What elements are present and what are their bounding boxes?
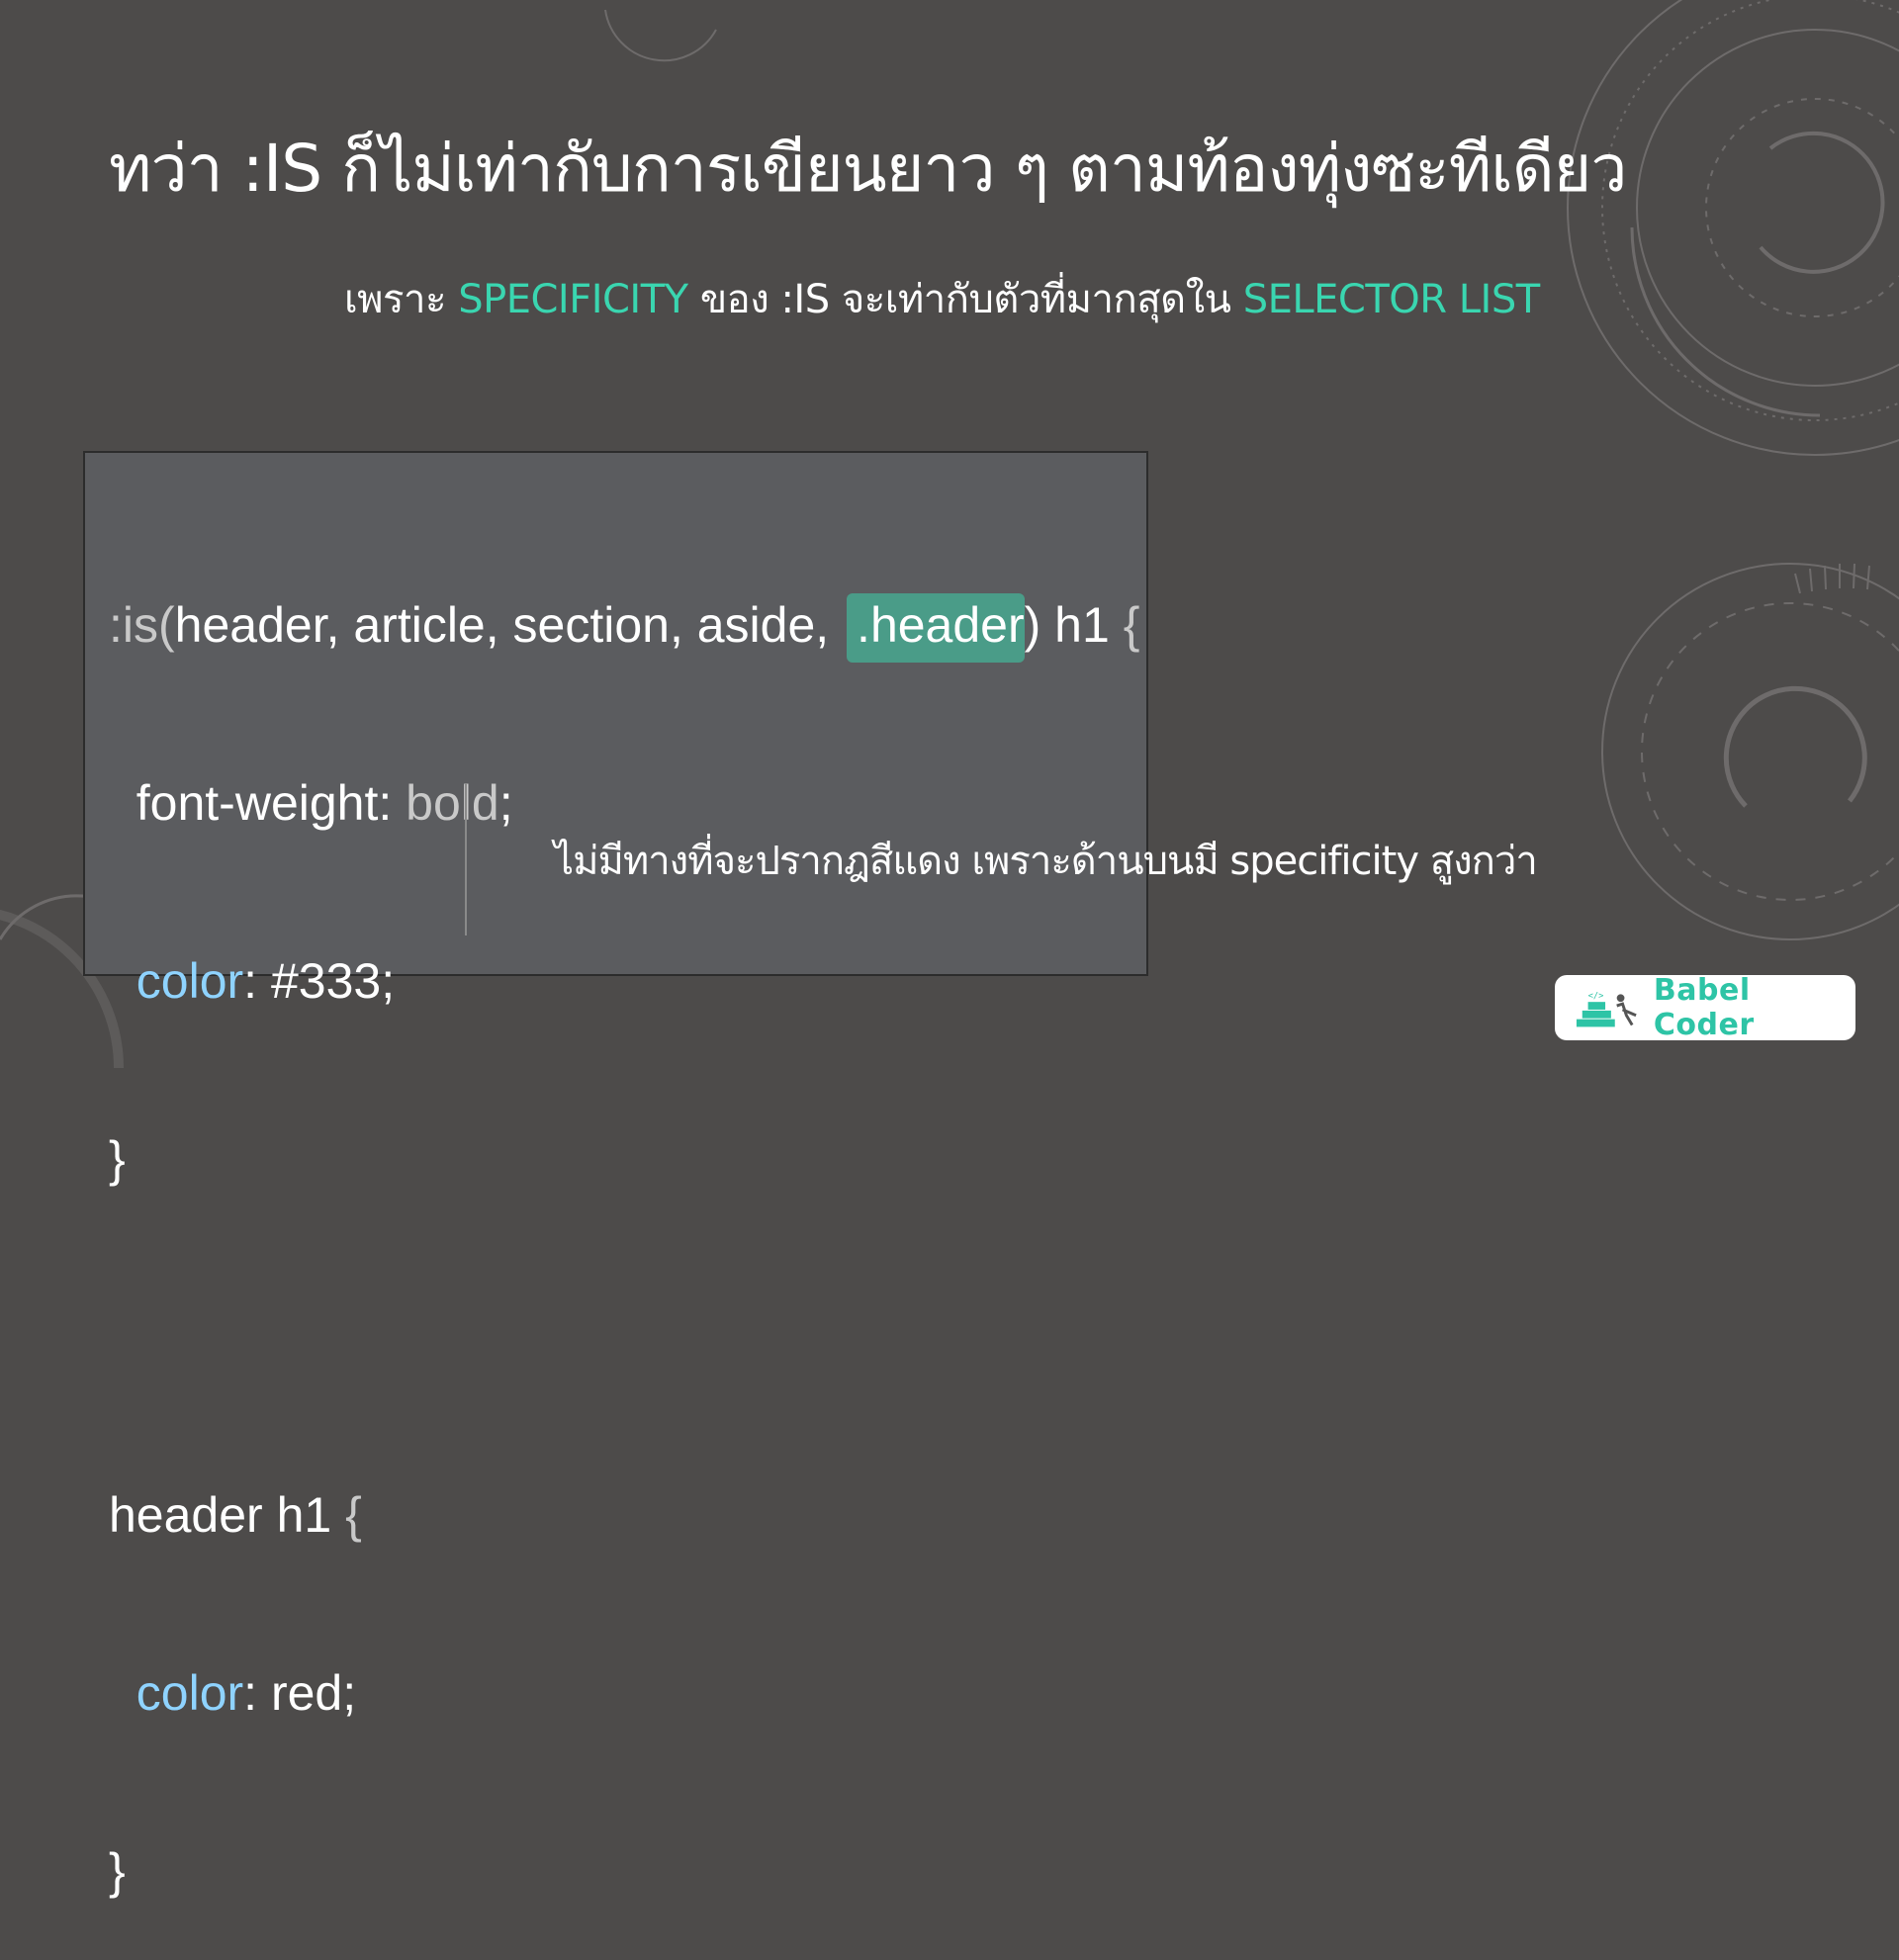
code-line-1: :is(header, article, section, aside, .he…: [109, 593, 1140, 663]
code-line-7: color: red;: [109, 1663, 1139, 1723]
code-line-8: }: [109, 1843, 126, 1899]
subtitle-term-specificity: SPECIFICITY: [458, 277, 688, 322]
code-value-bold: bold: [406, 775, 499, 831]
code-open-brace: {: [345, 1487, 362, 1543]
code-colon: :: [243, 953, 271, 1009]
code-block: :is(header, article, section, aside, .he…: [109, 477, 1139, 1960]
code-value-333: #333;: [270, 953, 396, 1009]
code-colon: :: [378, 775, 407, 831]
divider-line: [465, 783, 467, 935]
code-line-6: header h1 {: [109, 1485, 1139, 1545]
slide-title: ทว่า :IS ก็ไม่เท่ากับการเขียนยาว ๆ ตามท้…: [109, 131, 1627, 207]
code-prop-color: color: [109, 1665, 244, 1721]
code-line-5-blank: [109, 1307, 1139, 1367]
code-selector-list: header, article, section, aside,: [174, 597, 844, 653]
subtitle-term-selector-list: SELECTOR LIST: [1242, 277, 1540, 322]
subtitle-middle: ของ :IS จะเท่ากับตัวที่มากสุดใน: [687, 277, 1243, 322]
logo-text: Babel Coder: [1653, 973, 1755, 1042]
slide-subtitle: เพราะ SPECIFICITY ของ :IS จะเท่ากับตัวที…: [344, 267, 1540, 330]
subtitle-prefix: เพราะ: [344, 277, 459, 322]
code-prop-font-weight: font-weight: [109, 775, 379, 831]
code-colon: :: [243, 1665, 271, 1721]
code-value-red: red;: [270, 1665, 357, 1721]
logo-stack-icon: </>: [1576, 991, 1637, 1027]
code-line-2: font-weight: bold;: [109, 773, 1139, 833]
code-semicolon: ;: [498, 775, 513, 831]
code-line-3: color: #333;: [109, 951, 1139, 1011]
svg-text:</>: </>: [1588, 991, 1604, 1001]
code-selector-header-h1: header h1: [109, 1487, 346, 1543]
babel-coder-logo: </> Babel Coder: [1555, 973, 1855, 1042]
code-is-token: :is(: [109, 597, 175, 653]
code-selector-tail: ) h1: [1024, 597, 1124, 653]
code-line-4: }: [109, 1131, 126, 1187]
code-highlight-header: .header: [847, 593, 1025, 663]
explanation-note: ไม่มีทางที่จะปรากฎสีแดง เพราะด้านบนมี sp…: [554, 839, 1538, 884]
code-open-brace: {: [1123, 597, 1140, 653]
code-prop-color: color: [109, 953, 244, 1009]
